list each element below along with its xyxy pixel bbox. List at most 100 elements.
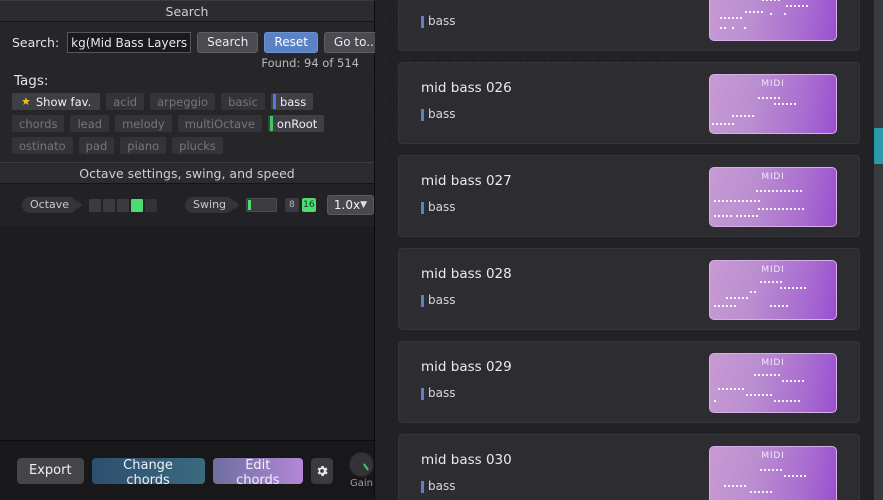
tag-acid[interactable]: acid xyxy=(106,93,145,110)
midi-note xyxy=(786,400,789,402)
scrollbar-thumb[interactable] xyxy=(874,128,883,164)
midi-note xyxy=(804,475,807,477)
midi-card[interactable]: mid bass 030 bass MIDI xyxy=(398,434,860,500)
midi-note xyxy=(726,200,729,202)
tag-multioctave[interactable]: multiOctave xyxy=(177,115,262,132)
midi-note xyxy=(750,291,753,293)
midi-note xyxy=(766,394,769,396)
tag-plucks[interactable]: plucks xyxy=(172,137,223,154)
tag-piano[interactable]: piano xyxy=(120,137,167,154)
midi-note xyxy=(778,374,781,376)
midi-note xyxy=(764,190,767,192)
tag-label: melody xyxy=(122,116,165,131)
midi-note xyxy=(786,208,789,210)
settings-button[interactable] xyxy=(311,457,333,484)
midi-thumbnail[interactable]: MIDI xyxy=(709,74,837,134)
midi-note xyxy=(788,190,791,192)
tag-bass[interactable]: bass xyxy=(270,93,314,110)
tag-ostinato[interactable]: ostinato xyxy=(12,137,73,154)
artwork-area: MID BASS LAYERS Active package xyxy=(0,226,374,440)
search-button[interactable]: Search xyxy=(197,32,259,53)
midi-note xyxy=(794,103,797,105)
midi-note xyxy=(758,374,761,376)
midi-card[interactable]: mid bass 025 bass MIDI xyxy=(398,0,860,51)
midi-note xyxy=(734,305,737,307)
midi-note xyxy=(744,27,747,29)
midi-note xyxy=(794,5,797,7)
midi-note xyxy=(756,190,759,192)
midi-thumbnail[interactable]: MIDI xyxy=(709,260,837,320)
tag-pad[interactable]: pad xyxy=(78,137,115,154)
gain-label: Gain xyxy=(350,478,373,489)
midi-note xyxy=(776,190,779,192)
midi-card[interactable]: mid bass 026 bass MIDI xyxy=(398,62,860,144)
tag-label: basic xyxy=(228,94,258,109)
division-16-button[interactable]: 16 xyxy=(301,198,316,212)
midi-note xyxy=(745,11,748,13)
midi-note xyxy=(792,475,795,477)
tag-lead[interactable]: lead xyxy=(70,115,110,132)
midi-note xyxy=(746,200,749,202)
gain-knob[interactable] xyxy=(349,452,374,477)
division-8-button[interactable]: 8 xyxy=(284,198,299,212)
tag-label: piano xyxy=(127,138,160,153)
octave-stepper[interactable] xyxy=(89,198,158,212)
midi-note xyxy=(806,5,809,7)
midi-thumbnail[interactable]: MIDI xyxy=(709,353,837,413)
midi-note xyxy=(774,103,777,105)
midi-note xyxy=(720,17,723,19)
midi-note xyxy=(754,491,757,493)
midi-thumbnail[interactable]: MIDI xyxy=(709,167,837,227)
gain-knob-control[interactable]: Gain xyxy=(349,452,374,489)
midi-note xyxy=(764,469,767,471)
midi-thumbnail-label: MIDI xyxy=(761,358,785,368)
midi-thumbnail[interactable]: MIDI xyxy=(709,446,837,500)
search-section-header: Search xyxy=(0,0,374,22)
midi-thumbnail[interactable]: MIDI xyxy=(709,0,837,41)
midi-note xyxy=(744,115,747,117)
midi-note xyxy=(798,400,801,402)
midi-note xyxy=(774,0,777,1)
midi-note xyxy=(784,287,787,289)
speed-select[interactable]: 1.0x ▼ xyxy=(326,195,374,215)
midi-note xyxy=(728,123,731,125)
midi-card[interactable]: mid bass 029 bass MIDI xyxy=(398,341,860,423)
tag-basic[interactable]: basic xyxy=(221,93,265,110)
search-input[interactable] xyxy=(67,32,192,53)
midi-note xyxy=(804,287,807,289)
midi-card-list[interactable]: mid bass 025 bass MIDI mid bass 026 bass MIDI… xyxy=(375,0,883,500)
midi-card[interactable]: mid bass 028 bass MIDI xyxy=(398,248,860,330)
show-favorites-tag[interactable]: ★ Show fav. xyxy=(12,93,101,110)
midi-card[interactable]: mid bass 027 bass MIDI xyxy=(398,155,860,237)
midi-card-title: mid bass 027 xyxy=(421,173,512,189)
export-button[interactable]: Export xyxy=(17,457,84,484)
reset-button[interactable]: Reset xyxy=(264,32,318,53)
midi-note xyxy=(750,394,753,396)
tag-melody[interactable]: melody xyxy=(115,115,172,132)
midi-note xyxy=(782,208,785,210)
octave-cell-1[interactable] xyxy=(89,198,102,212)
midi-card-tag: bass xyxy=(421,293,455,307)
scrollbar-track[interactable] xyxy=(874,0,883,500)
midi-note xyxy=(800,475,803,477)
edit-chords-button[interactable]: Edit chords xyxy=(212,457,304,488)
midi-note xyxy=(788,287,791,289)
midi-note xyxy=(722,305,725,307)
octave-cell-4[interactable] xyxy=(131,198,144,212)
midi-note xyxy=(802,208,805,210)
change-chords-button[interactable]: Change chords xyxy=(91,457,205,488)
midi-note xyxy=(740,115,743,117)
octave-cell-2[interactable] xyxy=(103,198,116,212)
midi-note xyxy=(734,200,737,202)
midi-note xyxy=(782,400,785,402)
swing-slider[interactable] xyxy=(246,198,277,212)
octave-section-header: Octave settings, swing, and speed xyxy=(0,162,374,184)
octave-cell-5[interactable] xyxy=(145,198,158,212)
tag-arpeggio[interactable]: arpeggio xyxy=(150,93,216,110)
midi-note xyxy=(738,388,741,390)
midi-note xyxy=(712,123,715,125)
octave-cell-3[interactable] xyxy=(117,198,130,212)
midi-note xyxy=(776,469,779,471)
tag-chords[interactable]: chords xyxy=(12,115,65,132)
tag-onroot[interactable]: onRoot xyxy=(267,115,325,132)
